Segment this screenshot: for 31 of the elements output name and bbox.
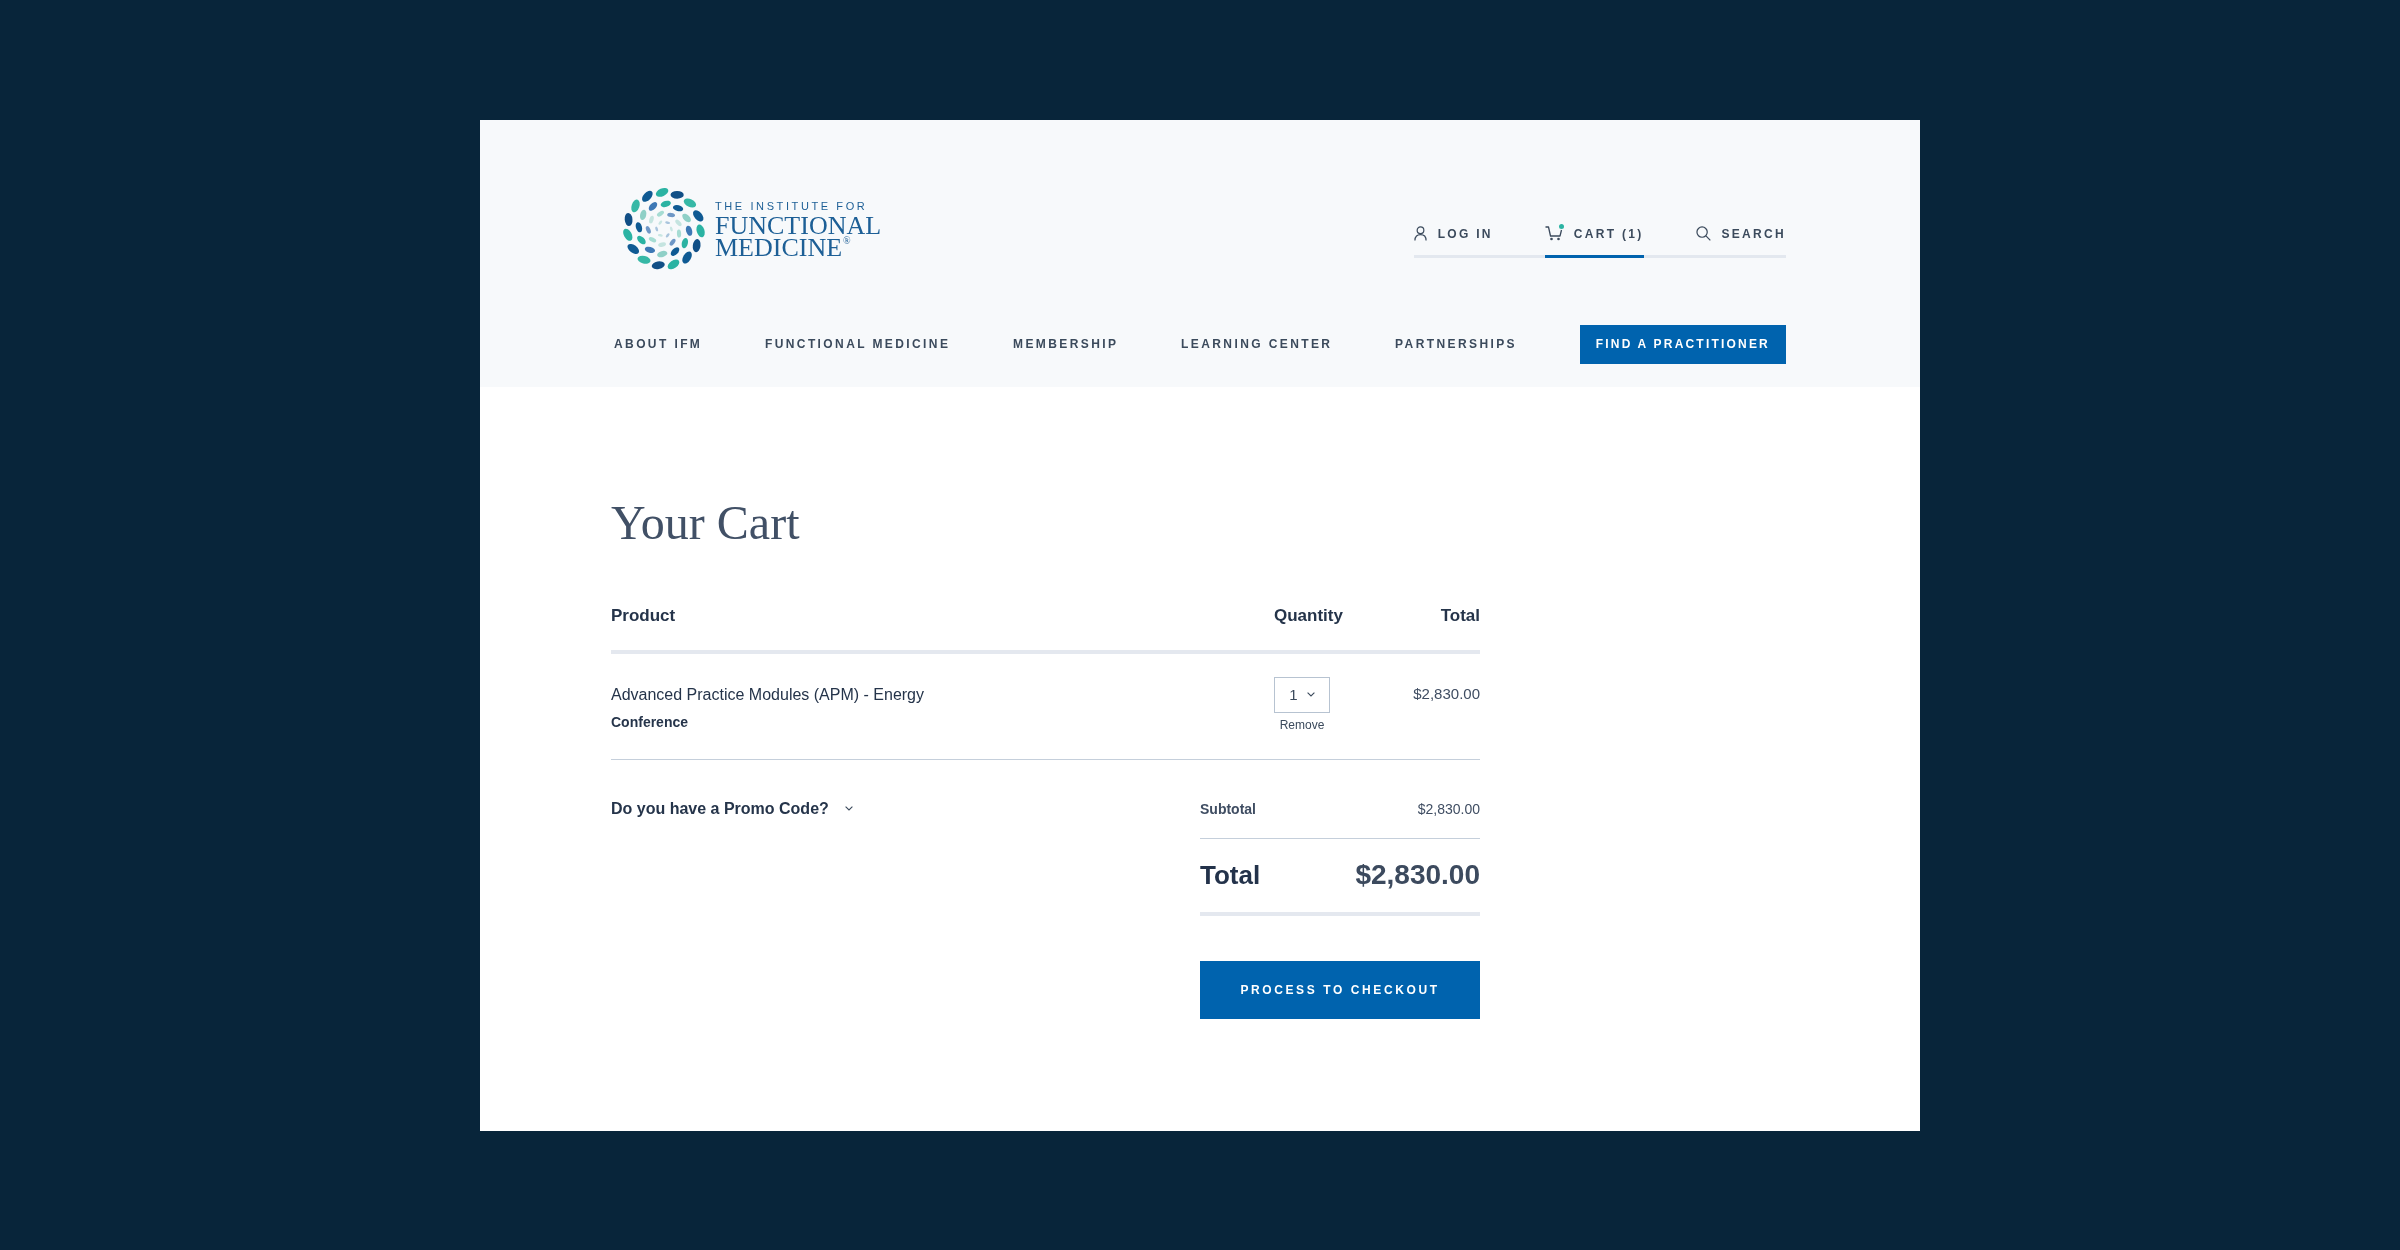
log-in-link[interactable]: LOG IN — [1413, 224, 1493, 258]
promo-code-toggle[interactable]: Do you have a Promo Code? — [611, 799, 853, 818]
column-header: Total — [1439, 604, 1480, 627]
search-link[interactable]: SEARCH — [1695, 224, 1786, 258]
subtotal-label: Subtotal — [1200, 799, 1256, 818]
nav-link[interactable]: MEMBERSHIP — [1013, 337, 1119, 351]
logo-tagline: THE INSTITUTE FOR — [715, 198, 868, 213]
nav-link[interactable]: LEARNING CENTER — [1181, 337, 1333, 351]
cart-icon — [1544, 226, 1563, 241]
column-header: Product — [611, 604, 677, 627]
total-label: Total — [1200, 858, 1261, 891]
chevron-down-icon — [1306, 692, 1315, 697]
line-total: $2,830.00 — [1412, 683, 1480, 704]
nav-link[interactable]: FUNCTIONAL MEDICINE — [764, 337, 951, 351]
total-value: $2,830.00 — [1355, 858, 1480, 891]
quantity-select[interactable]: 1 — [1274, 676, 1330, 713]
logo-title: FUNCTIONAL — [715, 214, 882, 237]
subtotal-value: $2,830.00 — [1417, 799, 1480, 818]
find-practitioner-button[interactable]: FIND A PRACTITIONER — [1579, 324, 1786, 364]
search-icon — [1695, 226, 1711, 241]
product-category: Conference — [611, 712, 689, 731]
cart-link[interactable]: CART (1) — [1544, 224, 1644, 258]
nav-link[interactable]: ABOUT IFM — [614, 337, 703, 351]
user-icon — [1413, 226, 1427, 241]
column-header: Quantity — [1274, 604, 1344, 627]
nav-link[interactable]: PARTNERSHIPS — [1395, 337, 1518, 351]
page-title: Your Cart — [611, 494, 800, 551]
product-name: Advanced Practice Modules (APM) - Energy — [611, 684, 924, 705]
remove-link[interactable]: Remove — [1279, 716, 1325, 733]
logo-title: MEDICINE$^{®}$ — [715, 236, 851, 259]
checkout-button[interactable]: PROCESS TO CHECKOUT — [1200, 960, 1480, 1019]
